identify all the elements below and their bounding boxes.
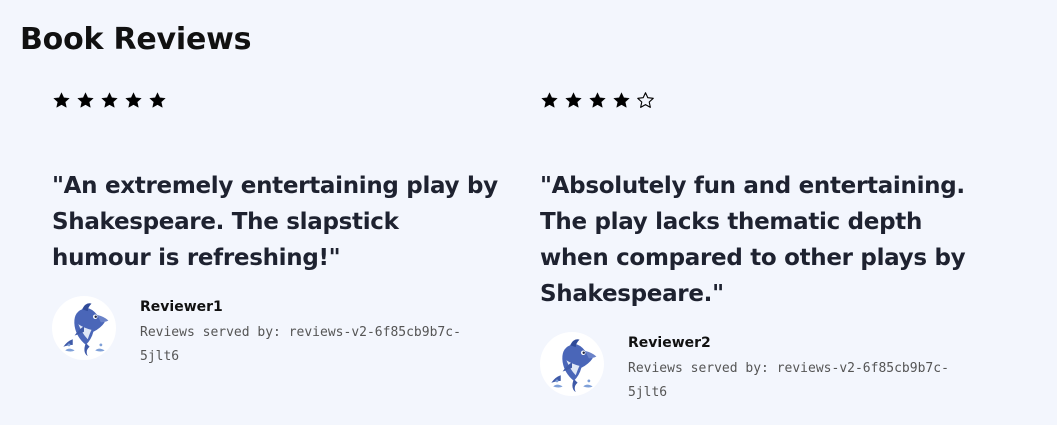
star-filled-icon	[148, 91, 167, 110]
star-filled-icon	[52, 91, 71, 110]
review-card: "Absolutely fun and entertaining. The pl…	[540, 88, 990, 405]
reviewer-name: Reviewer1	[140, 299, 223, 315]
star-filled-icon	[76, 91, 95, 110]
review-quote: "An extremely entertaining play by Shake…	[52, 173, 498, 271]
dolphin-icon	[52, 296, 116, 360]
star-filled-icon	[612, 91, 631, 110]
served-by-text: Reviews served by: reviews-v2-6f85cb9b7c…	[628, 361, 949, 400]
reviewer-info: Reviewer2 Reviews served by: reviews-v2-…	[540, 332, 990, 405]
star-filled-icon	[124, 91, 143, 110]
star-rating	[540, 88, 990, 112]
book-reviews-page: Book Reviews "An extremely entertaining …	[0, 0, 1057, 425]
page-title: Book Reviews	[20, 22, 252, 57]
review-quote: "Absolutely fun and entertaining. The pl…	[540, 173, 966, 307]
dolphin-icon	[540, 332, 604, 396]
star-filled-icon	[588, 91, 607, 110]
star-filled-icon	[540, 91, 559, 110]
star-filled-icon	[100, 91, 119, 110]
review-card: "An extremely entertaining play by Shake…	[52, 88, 502, 369]
reviewer-name: Reviewer2	[628, 335, 711, 351]
served-by-text: Reviews served by: reviews-v2-6f85cb9b7c…	[140, 325, 461, 364]
star-rating	[52, 88, 502, 112]
star-empty-icon	[636, 91, 655, 110]
reviewer-info: Reviewer1 Reviews served by: reviews-v2-…	[52, 296, 502, 369]
star-filled-icon	[564, 91, 583, 110]
